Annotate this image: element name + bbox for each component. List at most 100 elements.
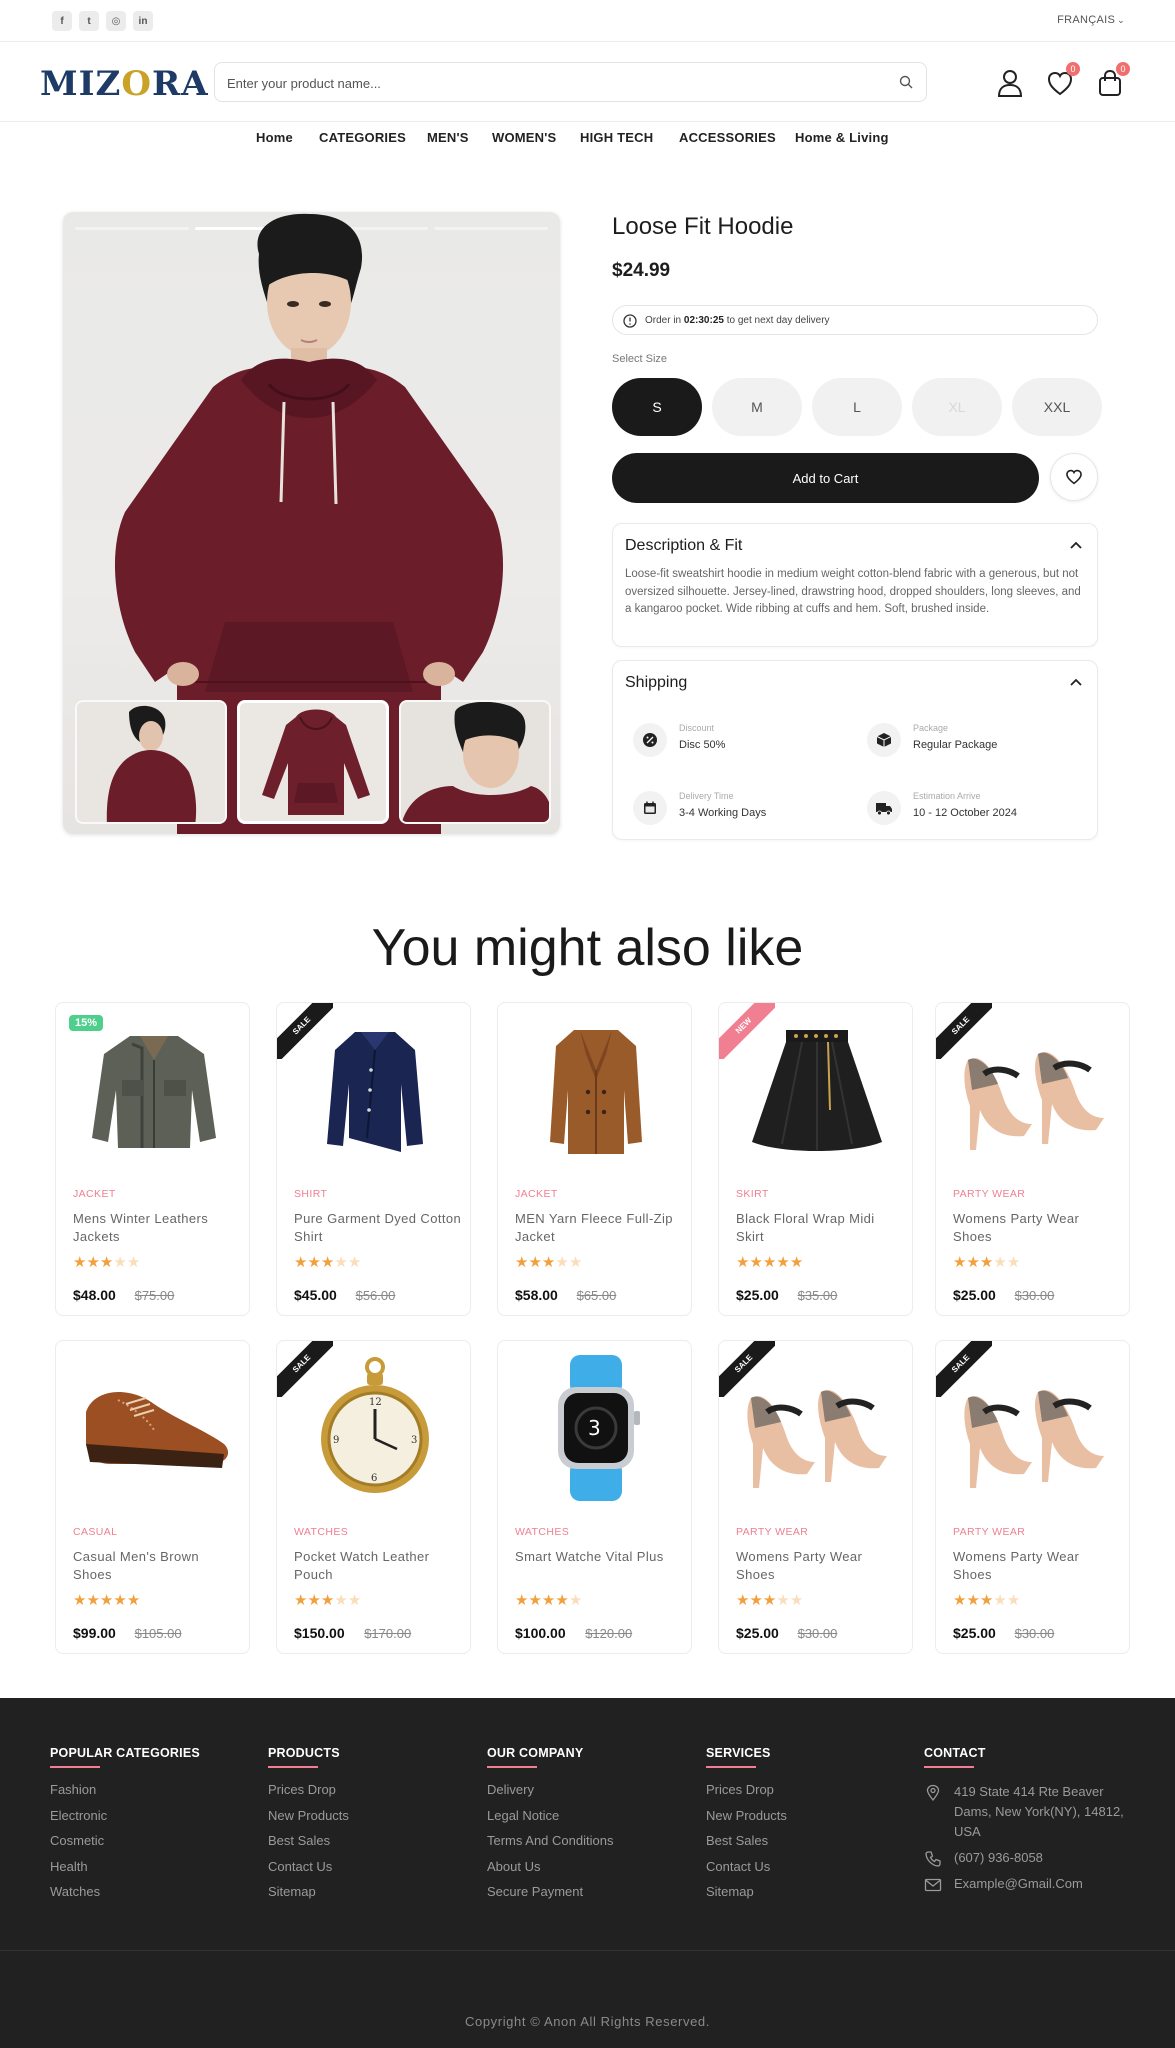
- star-rating: ★★★★★: [73, 1253, 140, 1271]
- product-category[interactable]: WATCHES: [515, 1526, 569, 1538]
- product-category[interactable]: SHIRT: [294, 1188, 327, 1200]
- product-price: $25.00: [736, 1287, 779, 1303]
- chevron-up-icon[interactable]: [1069, 540, 1083, 550]
- shipping-title[interactable]: Shipping: [625, 674, 687, 692]
- product-name[interactable]: Pocket Watch Leather Pouch: [294, 1548, 462, 1584]
- product-category[interactable]: JACKET: [515, 1188, 558, 1200]
- nav-categories[interactable]: CATEGORIES: [319, 130, 406, 145]
- cart-button[interactable]: 0: [1096, 62, 1130, 98]
- product-price: $58.00: [515, 1287, 558, 1303]
- product-image-coat[interactable]: [508, 1015, 683, 1165]
- footer-link[interactable]: Fashion: [50, 1782, 200, 1808]
- footer-link[interactable]: Best Sales: [706, 1833, 787, 1859]
- instagram-icon[interactable]: ◎: [106, 11, 126, 31]
- clock-icon: [623, 314, 637, 328]
- size-option-l[interactable]: L: [812, 378, 902, 436]
- nav-home-living[interactable]: Home & Living: [795, 130, 889, 145]
- mail-icon: [924, 1878, 942, 1892]
- product-name[interactable]: Womens Party Wear Shoes: [736, 1548, 904, 1584]
- product-name[interactable]: Womens Party Wear Shoes: [953, 1210, 1121, 1246]
- description-title[interactable]: Description & Fit: [625, 537, 742, 555]
- account-button[interactable]: [996, 68, 1024, 98]
- search-input[interactable]: [227, 73, 867, 93]
- footer-link[interactable]: New Products: [268, 1808, 349, 1834]
- footer-link[interactable]: Electronic: [50, 1808, 200, 1834]
- product-card[interactable]: 3 WATCHES Smart Watche Vital Plus ★★★★★ $100…: [497, 1340, 692, 1654]
- footer-link[interactable]: New Products: [706, 1808, 787, 1834]
- product-name[interactable]: Pure Garment Dyed Cotton Shirt: [294, 1210, 462, 1246]
- linkedin-icon[interactable]: in: [133, 11, 153, 31]
- product-category[interactable]: WATCHES: [294, 1526, 348, 1538]
- footer-link[interactable]: Watches: [50, 1884, 200, 1910]
- twitter-icon[interactable]: t: [79, 11, 99, 31]
- product-image-brogue[interactable]: [66, 1353, 241, 1503]
- footer-link[interactable]: Best Sales: [268, 1833, 349, 1859]
- contact-email[interactable]: Example@Gmail.Com: [924, 1874, 1144, 1894]
- product-card[interactable]: SALE SHIRT Pure Garment Dyed Cotton Shirt ★…: [276, 1002, 471, 1316]
- product-name[interactable]: MEN Yarn Fleece Full-Zip Jacket: [515, 1210, 683, 1246]
- nav-womens[interactable]: WOMEN'S: [492, 130, 556, 145]
- wishlist-button[interactable]: 0: [1046, 62, 1080, 98]
- footer-link[interactable]: Delivery: [487, 1782, 613, 1808]
- product-card[interactable]: NEW SKIRT Black Floral Wrap Midi Skirt ★★★★…: [718, 1002, 913, 1316]
- product-category[interactable]: SKIRT: [736, 1188, 769, 1200]
- product-card[interactable]: 15% JACKET Mens Winter Leathers Jackets ★★★…: [55, 1002, 250, 1316]
- contact-phone[interactable]: (607) 936-8058: [924, 1848, 1144, 1868]
- add-to-wishlist-button[interactable]: [1050, 453, 1098, 501]
- nav-high-tech[interactable]: HIGH TECH: [580, 130, 653, 145]
- product-gallery[interactable]: [63, 212, 560, 834]
- facebook-icon[interactable]: f: [52, 11, 72, 31]
- search-icon[interactable]: [898, 74, 914, 90]
- user-icon: [997, 70, 1023, 97]
- product-category[interactable]: CASUAL: [73, 1526, 117, 1538]
- product-name[interactable]: Womens Party Wear Shoes: [953, 1548, 1121, 1584]
- size-option-s[interactable]: S: [612, 378, 702, 436]
- logo-text-end: RA: [151, 64, 209, 104]
- product-category[interactable]: PARTY WEAR: [953, 1188, 1025, 1200]
- footer-link[interactable]: About Us: [487, 1859, 613, 1885]
- footer-link[interactable]: Terms And Conditions: [487, 1833, 613, 1859]
- product-category[interactable]: PARTY WEAR: [736, 1526, 808, 1538]
- footer-link[interactable]: Legal Notice: [487, 1808, 613, 1834]
- nav-accessories[interactable]: ACCESSORIES: [679, 130, 776, 145]
- product-card[interactable]: SALE PARTY WEAR Womens Party Wear Shoes ★★★…: [718, 1340, 913, 1654]
- language-selector[interactable]: FRANÇAIS ⌄: [1057, 14, 1125, 26]
- svg-text:3: 3: [588, 1416, 601, 1440]
- footer-link[interactable]: Sitemap: [268, 1884, 349, 1910]
- thumbnail-side-view[interactable]: [75, 700, 227, 824]
- thumbnail-flat-lay[interactable]: [237, 700, 389, 824]
- product-card[interactable]: JACKET MEN Yarn Fleece Full-Zip Jacket ★★★…: [497, 1002, 692, 1316]
- star-empty-icon: ★: [568, 1254, 583, 1271]
- footer-link[interactable]: Prices Drop: [706, 1782, 787, 1808]
- product-image-smartwatch[interactable]: 3: [508, 1353, 683, 1503]
- star-rating: ★★★★★: [294, 1253, 361, 1271]
- product-card[interactable]: SALE PARTY WEAR Womens Party Wear Shoes ★★★…: [935, 1002, 1130, 1316]
- product-category[interactable]: PARTY WEAR: [953, 1526, 1025, 1538]
- footer-link[interactable]: Cosmetic: [50, 1833, 200, 1859]
- product-name[interactable]: Mens Winter Leathers Jackets: [73, 1210, 241, 1246]
- product-category[interactable]: JACKET: [73, 1188, 116, 1200]
- delivery-timer: Order in 02:30:25 to get next day delive…: [612, 305, 1098, 335]
- footer-link[interactable]: Contact Us: [268, 1859, 349, 1885]
- product-image-jacket[interactable]: [66, 1015, 241, 1165]
- nav-mens[interactable]: MEN'S: [427, 130, 469, 145]
- size-option-xxl[interactable]: XXL: [1012, 378, 1102, 436]
- product-card[interactable]: CASUAL Casual Men's Brown Shoes ★★★★★ $99.0…: [55, 1340, 250, 1654]
- product-name[interactable]: Black Floral Wrap Midi Skirt: [736, 1210, 904, 1246]
- footer-link[interactable]: Contact Us: [706, 1859, 787, 1885]
- star-filled-icon: ★: [294, 1254, 308, 1271]
- footer-link[interactable]: Secure Payment: [487, 1884, 613, 1910]
- product-name[interactable]: Casual Men's Brown Shoes: [73, 1548, 241, 1584]
- product-card[interactable]: 12 3 6 9 SALE WATCHES Pocket Watch Leather Pou…: [276, 1340, 471, 1654]
- product-name[interactable]: Smart Watche Vital Plus: [515, 1548, 683, 1566]
- footer-link[interactable]: Sitemap: [706, 1884, 787, 1910]
- site-logo[interactable]: MIZORA: [40, 64, 209, 104]
- add-to-cart-button[interactable]: Add to Cart: [612, 453, 1039, 503]
- thumbnail-face-closeup[interactable]: [399, 700, 551, 824]
- nav-home[interactable]: Home: [256, 130, 293, 145]
- product-card[interactable]: SALE PARTY WEAR Womens Party Wear Shoes ★★★…: [935, 1340, 1130, 1654]
- footer-link[interactable]: Prices Drop: [268, 1782, 349, 1808]
- chevron-up-icon[interactable]: [1069, 677, 1083, 687]
- footer-link[interactable]: Health: [50, 1859, 200, 1885]
- size-option-m[interactable]: M: [712, 378, 802, 436]
